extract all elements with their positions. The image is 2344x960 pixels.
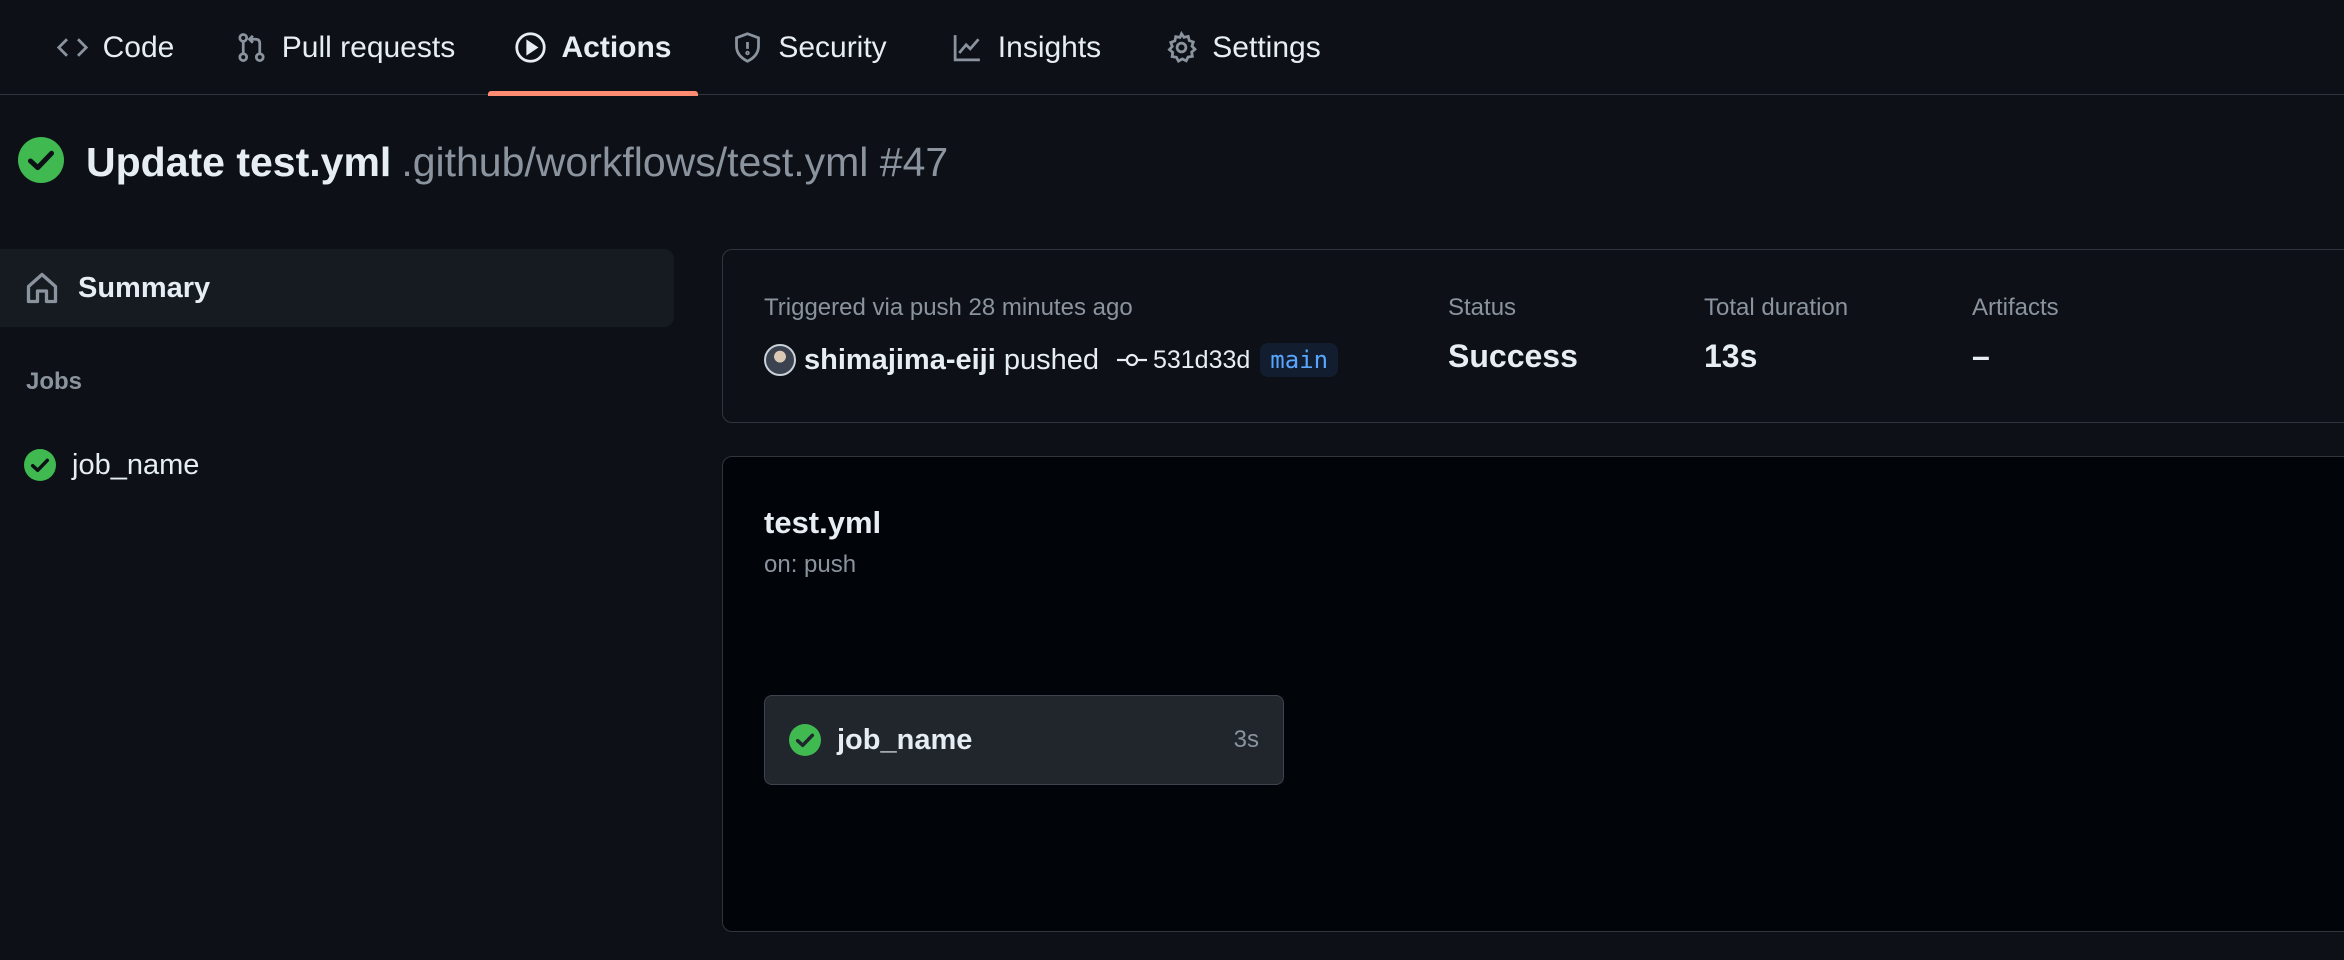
artifacts-value: – [1972, 338, 1990, 374]
tab-actions-label: Actions [561, 30, 672, 64]
duration-label: Total duration [1704, 294, 1849, 321]
artifacts-label: Artifacts [1972, 294, 2059, 321]
check-circle-icon [789, 724, 821, 756]
git-commit-icon [1116, 350, 1147, 370]
page-title: Update test.yml [86, 138, 392, 185]
status-value: Success [1448, 338, 1578, 374]
active-tab-underline [488, 91, 698, 96]
tab-settings-label: Settings [1212, 30, 1321, 64]
sidebar-item-job[interactable]: job_name [24, 440, 199, 490]
check-circle-icon [24, 449, 56, 481]
job-node-label: job_name [837, 723, 973, 756]
gear-icon [1167, 31, 1198, 64]
actor-action: pushed [1003, 343, 1099, 376]
workflow-graph: test.yml on: push job_name 3s [722, 456, 2344, 932]
shield-icon [735, 32, 761, 63]
tab-insights[interactable]: Insights [946, 0, 1106, 95]
tab-security[interactable]: Security [726, 0, 892, 95]
tab-actions[interactable]: Actions [488, 0, 698, 96]
sidebar-item-summary[interactable]: Summary [0, 249, 674, 327]
tab-code-label: Code [102, 30, 175, 64]
tab-settings[interactable]: Settings [1162, 0, 1324, 95]
status-label: Status [1448, 294, 1517, 321]
graph-icon [953, 35, 980, 62]
check-circle-icon [18, 136, 64, 188]
workflow-path[interactable]: .github/workflows/test.yml #47 [401, 139, 948, 186]
run-summary-card: Triggered via push 28 minutes ago shimaj… [722, 249, 2344, 423]
avatar[interactable] [764, 344, 796, 376]
tab-code[interactable]: Code [52, 0, 178, 95]
run-header: Update test.yml .github/workflows/test.y… [18, 132, 948, 192]
code-icon [56, 38, 88, 57]
sidebar-item-label: Summary [78, 271, 211, 304]
git-pull-request-icon [238, 33, 265, 62]
trigger-info: Triggered via push 28 minutes ago [764, 294, 1133, 321]
tab-pull-requests[interactable]: Pull requests [232, 0, 458, 95]
actor-link[interactable]: shimajima-eiji [804, 344, 996, 377]
duration-value: 13s [1704, 338, 1758, 374]
jobs-heading: Jobs [26, 368, 83, 395]
tab-pull-requests-label: Pull requests [281, 30, 456, 64]
tab-security-label: Security [778, 30, 887, 64]
repo-nav: Code Pull requests Actions Security Insi… [0, 0, 2344, 96]
branch-badge[interactable]: main [1260, 343, 1339, 377]
commit-sha-link[interactable]: 531d33d [1153, 346, 1250, 375]
home-icon [26, 272, 58, 304]
sidebar-job-label: job_name [72, 448, 200, 481]
tab-insights-label: Insights [997, 30, 1102, 64]
workflow-trigger: on: push [764, 551, 857, 578]
actor-row: shimajima-eiji pushed 531d33d main [764, 340, 1339, 380]
job-node-duration: 3s [1233, 726, 1259, 753]
job-node[interactable]: job_name 3s [764, 695, 1284, 785]
workflow-name: test.yml [764, 505, 882, 540]
play-icon [515, 32, 547, 63]
